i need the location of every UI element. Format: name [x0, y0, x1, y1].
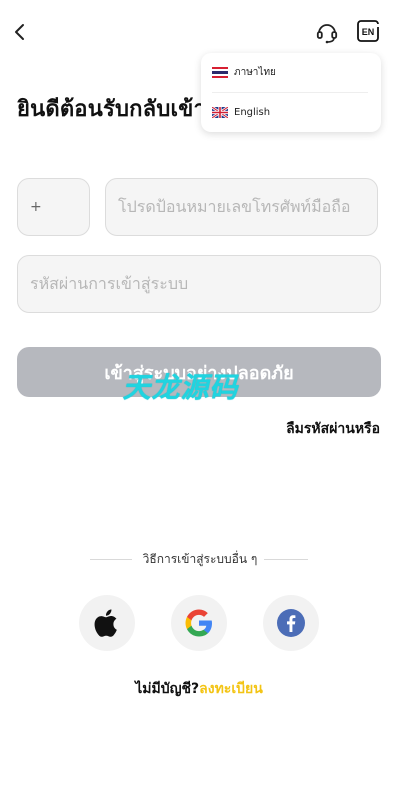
- google-icon: [185, 609, 212, 637]
- apple-icon: [94, 609, 117, 637]
- language-option-thai[interactable]: ภาษาไทย: [212, 62, 367, 82]
- signup-row: ไม่มีบัญชี?ลงทะเบียน: [0, 678, 398, 700]
- forgot-password-link[interactable]: ลืมรหัสผ่านหรือ: [286, 418, 380, 440]
- back-button[interactable]: [10, 20, 32, 44]
- divider-left-line: [90, 559, 132, 560]
- chevron-left-icon: [15, 24, 24, 40]
- thailand-flag-icon: [212, 66, 228, 78]
- phone-number-field[interactable]: โปรดป้อนหมายเลขโทรศัพท์มือถือ: [105, 178, 378, 236]
- signup-prompt: ไม่มีบัญชี?: [135, 681, 200, 697]
- alternative-login-divider: วิธีการเข้าสู่ระบบอื่น ๆ: [90, 550, 308, 568]
- apple-login-button[interactable]: [79, 595, 135, 651]
- password-field[interactable]: รหัสผ่านการเข้าสู่ระบบ: [17, 255, 381, 313]
- divider-right-line: [264, 559, 308, 560]
- headset-icon: [316, 24, 338, 44]
- language-badge-text: EN: [362, 27, 375, 37]
- google-login-button[interactable]: [171, 595, 227, 651]
- secure-login-button[interactable]: เข้าสู่ระบบอย่างปลอดภัย: [17, 347, 381, 397]
- language-option-label: ภาษาไทย: [234, 66, 276, 78]
- uk-flag-icon: [212, 106, 228, 118]
- language-dropdown: ภาษาไทย English: [201, 53, 381, 132]
- signup-link[interactable]: ลงทะเบียน: [199, 681, 263, 697]
- alternative-login-label: วิธีการเข้าสู่ระบบอื่น ๆ: [142, 552, 258, 566]
- country-code-field[interactable]: +: [17, 178, 90, 236]
- language-badge-icon: EN: [357, 20, 380, 42]
- customer-support-button[interactable]: [315, 20, 339, 44]
- language-separator: [212, 92, 368, 93]
- facebook-login-button[interactable]: [263, 595, 319, 651]
- language-option-label: English: [234, 106, 271, 118]
- language-switcher-button[interactable]: EN: [357, 20, 380, 42]
- language-option-english[interactable]: English: [212, 102, 367, 122]
- facebook-icon: [277, 609, 305, 637]
